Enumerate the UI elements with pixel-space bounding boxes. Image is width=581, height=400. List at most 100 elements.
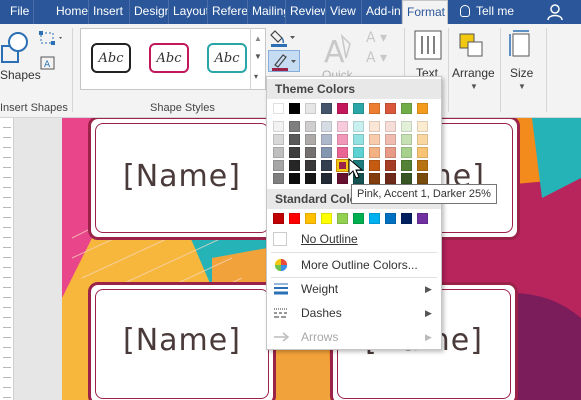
theme-color-swatch[interactable] [353, 134, 364, 145]
theme-color-swatch[interactable] [289, 173, 300, 184]
theme-color-swatch[interactable] [369, 134, 380, 145]
theme-color-swatch[interactable] [417, 103, 428, 114]
theme-color-swatch[interactable] [273, 173, 284, 184]
tab-add-ins[interactable]: Add-ins [362, 0, 402, 24]
more-outline-colors-item[interactable]: More Outline Colors... [267, 254, 441, 276]
name-card[interactable]: [Name] [88, 282, 276, 400]
theme-color-swatch[interactable] [305, 173, 316, 184]
tab-format[interactable]: Format [402, 0, 448, 24]
theme-color-swatch[interactable] [369, 121, 380, 132]
shapes-button[interactable]: Shapes [0, 68, 41, 82]
tab-mailings[interactable]: Mailings [248, 0, 286, 24]
text-direction-icon[interactable] [414, 30, 442, 60]
theme-color-swatch[interactable] [337, 134, 348, 145]
size-icon[interactable] [508, 30, 534, 60]
tell-me-box[interactable]: Tell me [460, 0, 514, 24]
theme-color-swatch[interactable] [417, 121, 428, 132]
name-card[interactable]: [Name] [88, 118, 276, 240]
theme-color-swatch[interactable] [305, 134, 316, 145]
theme-color-swatch[interactable] [337, 173, 348, 184]
theme-color-swatch[interactable] [385, 173, 396, 184]
dashes-item[interactable]: Dashes ▶ [267, 302, 441, 324]
theme-color-swatch[interactable] [305, 147, 316, 158]
theme-color-swatch[interactable] [273, 103, 284, 114]
no-outline-item[interactable]: No Outline [267, 228, 441, 250]
theme-color-swatch[interactable] [321, 147, 332, 158]
theme-color-swatch[interactable] [273, 160, 284, 171]
shape-style-pink[interactable]: Abc [143, 37, 195, 79]
theme-color-swatch[interactable] [321, 121, 332, 132]
theme-color-swatch[interactable] [385, 147, 396, 158]
theme-color-swatch[interactable] [321, 103, 332, 114]
shape-fill-icon[interactable] [270, 28, 298, 48]
theme-color-swatch[interactable] [337, 121, 348, 132]
theme-color-swatch[interactable] [336, 159, 349, 172]
theme-color-swatch[interactable] [305, 103, 316, 114]
theme-color-swatch[interactable] [353, 121, 364, 132]
theme-color-swatch[interactable] [401, 134, 412, 145]
weight-item[interactable]: Weight ▶ [267, 278, 441, 300]
standard-color-swatch[interactable] [321, 213, 332, 224]
tab-review[interactable]: Review [286, 0, 326, 24]
edit-shape-icon[interactable] [38, 30, 64, 48]
theme-color-swatch[interactable] [385, 134, 396, 145]
tab-design[interactable]: Design [130, 0, 169, 24]
tab-layout[interactable]: Layout [169, 0, 208, 24]
theme-color-swatch[interactable] [321, 173, 332, 184]
tab-references[interactable]: References [208, 0, 248, 24]
theme-color-swatch[interactable] [401, 103, 412, 114]
theme-color-swatch[interactable] [321, 160, 332, 171]
theme-color-swatch[interactable] [369, 103, 380, 114]
shape-styles-gallery[interactable]: Abc Abc Abc [80, 28, 266, 90]
theme-color-swatch[interactable] [289, 134, 300, 145]
standard-color-swatch[interactable] [305, 213, 316, 224]
theme-color-swatch[interactable] [337, 147, 348, 158]
shape-outline-button[interactable] [268, 50, 300, 72]
theme-color-swatch[interactable] [305, 121, 316, 132]
tab-view[interactable]: View [326, 0, 362, 24]
theme-color-swatch[interactable] [417, 173, 428, 184]
theme-color-swatch[interactable] [385, 103, 396, 114]
tab-file[interactable]: File [0, 0, 34, 24]
theme-color-swatch[interactable] [321, 134, 332, 145]
theme-color-swatch[interactable] [401, 121, 412, 132]
theme-color-swatch[interactable] [401, 160, 412, 171]
theme-color-swatch[interactable] [385, 121, 396, 132]
theme-color-swatch[interactable] [369, 173, 380, 184]
tab-home[interactable]: Home [52, 0, 89, 24]
shapes-icon[interactable] [0, 30, 30, 66]
theme-color-swatch[interactable] [353, 103, 364, 114]
theme-color-swatch[interactable] [273, 147, 284, 158]
arrange-icon[interactable] [458, 32, 486, 60]
gallery-scroll[interactable]: ▲ ▼ ▾ [250, 28, 264, 90]
theme-color-swatch[interactable] [273, 121, 284, 132]
theme-color-swatch[interactable] [289, 160, 300, 171]
standard-color-swatch[interactable] [337, 213, 348, 224]
theme-color-swatch[interactable] [417, 160, 428, 171]
theme-color-swatch[interactable] [289, 147, 300, 158]
theme-color-swatch[interactable] [305, 160, 316, 171]
arrange-button[interactable]: Arrange [452, 66, 495, 80]
standard-color-swatch[interactable] [417, 213, 428, 224]
standard-color-swatch[interactable] [401, 213, 412, 224]
theme-color-swatch[interactable] [289, 103, 300, 114]
standard-color-swatch[interactable] [273, 213, 284, 224]
arrows-item[interactable]: Arrows ▶ [267, 326, 441, 348]
size-button[interactable]: Size [510, 66, 533, 80]
theme-color-swatch[interactable] [401, 147, 412, 158]
theme-color-swatch[interactable] [273, 134, 284, 145]
theme-color-swatch[interactable] [353, 147, 364, 158]
theme-color-swatch[interactable] [369, 160, 380, 171]
shape-style-black[interactable]: Abc [85, 37, 137, 79]
theme-color-swatch[interactable] [401, 173, 412, 184]
standard-color-swatch[interactable] [385, 213, 396, 224]
text-box-icon[interactable]: A [38, 54, 64, 72]
standard-color-swatch[interactable] [353, 213, 364, 224]
user-icon[interactable] [546, 3, 564, 21]
standard-color-swatch[interactable] [369, 213, 380, 224]
theme-color-swatch[interactable] [369, 147, 380, 158]
standard-color-swatch[interactable] [289, 213, 300, 224]
theme-color-swatch[interactable] [385, 160, 396, 171]
theme-color-swatch[interactable] [417, 147, 428, 158]
shape-style-teal[interactable]: Abc [201, 37, 253, 79]
